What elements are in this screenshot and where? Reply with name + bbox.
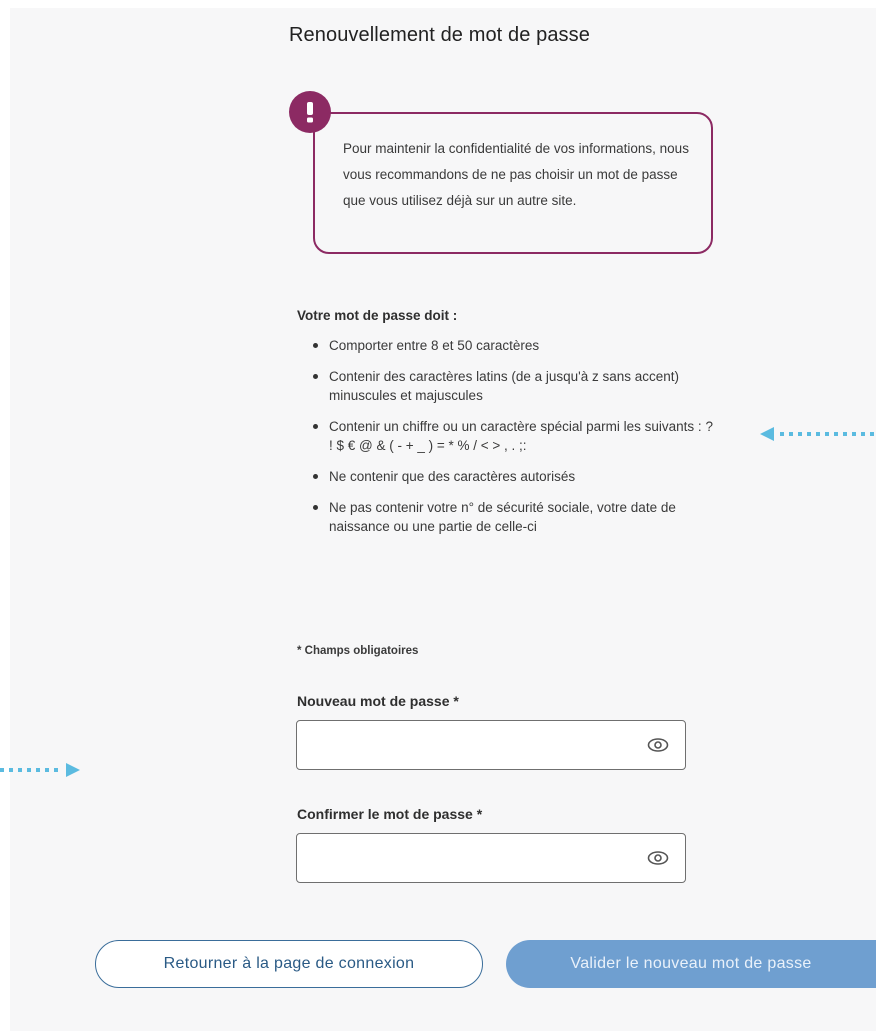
alert-text: Pour maintenir la confidentialité de vos…	[343, 141, 689, 208]
required-fields-note: * Champs obligatoires	[297, 645, 419, 657]
list-item: Ne contenir que des caractères autorisés	[297, 467, 717, 486]
list-item: Contenir un chiffre ou un caractère spéc…	[297, 417, 717, 455]
password-rules-list: Comporter entre 8 et 50 caractères Conte…	[297, 336, 717, 548]
arrow-left-icon	[760, 427, 876, 441]
submit-new-password-button[interactable]: Valider le nouveau mot de passe	[506, 940, 876, 988]
arrow-right-icon	[0, 763, 80, 777]
security-alert: Pour maintenir la confidentialité de vos…	[313, 112, 713, 254]
list-item: Ne pas contenir votre n° de sécurité soc…	[297, 498, 717, 536]
new-password-label: Nouveau mot de passe *	[297, 693, 459, 709]
list-item: Comporter entre 8 et 50 caractères	[297, 336, 717, 355]
eye-icon[interactable]	[647, 848, 669, 868]
back-to-login-button[interactable]: Retourner à la page de connexion	[95, 940, 483, 988]
exclamation-icon	[289, 91, 331, 133]
new-password-field[interactable]	[296, 720, 686, 770]
new-password-input[interactable]	[297, 721, 637, 769]
rules-title: Votre mot de passe doit :	[297, 308, 458, 323]
confirm-password-input[interactable]	[297, 834, 637, 882]
confirm-password-label: Confirmer le mot de passe *	[297, 806, 483, 822]
page-title: Renouvellement de mot de passe	[289, 24, 590, 46]
list-item: Contenir des caractères latins (de a jus…	[297, 367, 717, 405]
confirm-password-field[interactable]	[296, 833, 686, 883]
eye-icon[interactable]	[647, 735, 669, 755]
